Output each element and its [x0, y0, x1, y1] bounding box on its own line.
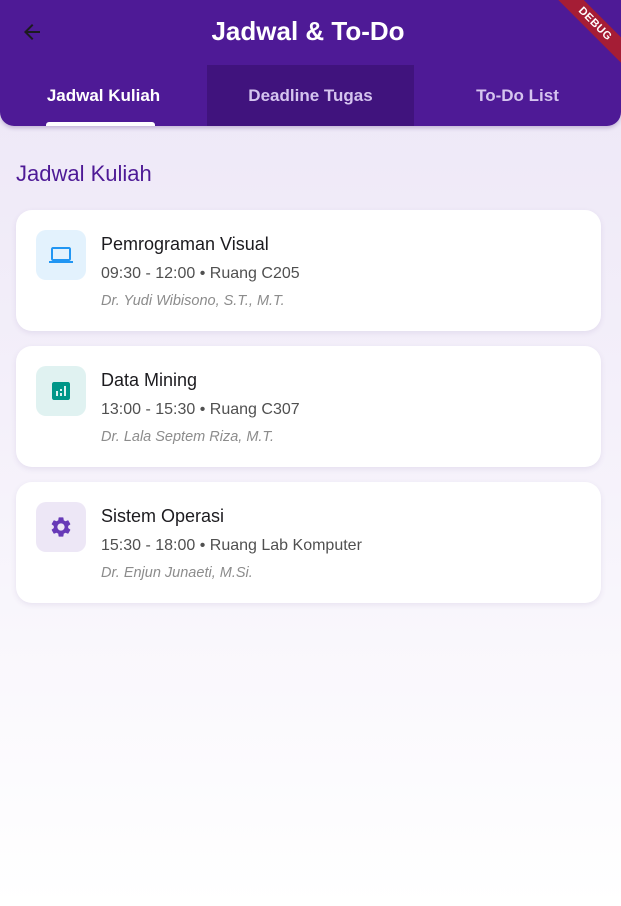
course-icon-box: [36, 366, 86, 416]
analytics-icon: [52, 382, 70, 400]
laptop-icon: [49, 247, 73, 263]
app-bar: Jadwal & To-Do Jadwal Kuliah Deadline Tu…: [0, 0, 621, 126]
page-title: Jadwal & To-Do: [211, 16, 405, 46]
course-icon-box: [36, 230, 86, 280]
tab-jadwal-kuliah[interactable]: Jadwal Kuliah: [0, 65, 207, 126]
course-lecturer: Dr. Enjun Junaeti, M.Si.: [101, 565, 253, 581]
tab-label: Deadline Tugas: [248, 85, 373, 105]
tab-label: Jadwal Kuliah: [46, 85, 161, 105]
course-card[interactable]: Data Mining 13:00 - 15:30 • Ruang C307 D…: [16, 346, 601, 467]
tab-deadline-tugas[interactable]: Deadline Tugas: [207, 65, 414, 126]
course-time: 09:30 - 12:00 • Ruang C205: [101, 265, 300, 282]
settings-icon: [51, 517, 71, 537]
tab-todo-list[interactable]: To-Do List: [414, 65, 621, 126]
tab-bar: Jadwal Kuliah Deadline Tugas To-Do List: [0, 65, 621, 126]
course-card[interactable]: Pemrograman Visual 09:30 - 12:00 • Ruang…: [16, 210, 601, 331]
tab-label: To-Do List: [476, 85, 559, 105]
course-lecturer: Dr. Lala Septem Riza, M.T.: [101, 429, 274, 445]
course-time: 13:00 - 15:30 • Ruang C307: [101, 401, 300, 418]
course-name: Data Mining: [101, 370, 198, 390]
course-icon-box: [36, 502, 86, 552]
section-title: Jadwal Kuliah: [16, 161, 152, 186]
tab-indicator: [46, 122, 155, 126]
course-name: Pemrograman Visual: [101, 234, 269, 254]
course-lecturer: Dr. Yudi Wibisono, S.T., M.T.: [101, 293, 285, 309]
course-name: Sistem Operasi: [101, 506, 225, 526]
course-card[interactable]: Sistem Operasi 15:30 - 18:00 • Ruang Lab…: [16, 482, 601, 603]
course-time: 15:30 - 18:00 • Ruang Lab Komputer: [101, 537, 362, 554]
